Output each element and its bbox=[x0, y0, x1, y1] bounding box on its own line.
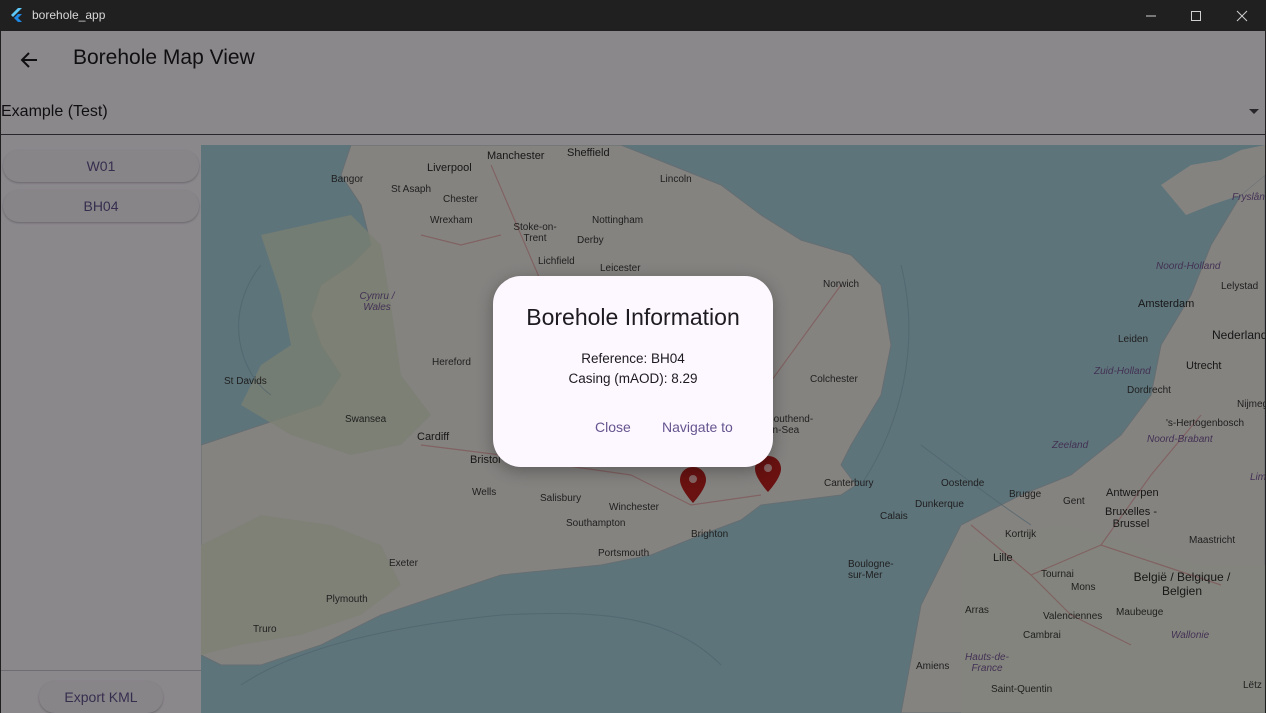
window-title: borehole_app bbox=[32, 8, 106, 22]
dialog-casing: Casing (mAOD): 8.29 bbox=[568, 371, 698, 386]
close-icon bbox=[1236, 10, 1248, 21]
dialog-title: Borehole Information bbox=[526, 304, 740, 330]
minimize-button[interactable] bbox=[1128, 0, 1174, 31]
window-titlebar: borehole_app bbox=[0, 0, 1266, 31]
dialog-navigate-button[interactable]: Navigate to bbox=[662, 419, 733, 435]
dialog-reference: Reference: BH04 bbox=[581, 351, 685, 366]
minimize-icon bbox=[1146, 15, 1156, 16]
maximize-icon bbox=[1191, 10, 1201, 21]
dialog-close-button[interactable]: Close bbox=[595, 419, 631, 435]
maximize-button[interactable] bbox=[1173, 0, 1219, 31]
flutter-logo-icon bbox=[11, 8, 22, 22]
close-window-button[interactable] bbox=[1219, 0, 1265, 31]
borehole-info-dialog: Borehole Information Reference: BH04 Cas… bbox=[493, 276, 773, 467]
